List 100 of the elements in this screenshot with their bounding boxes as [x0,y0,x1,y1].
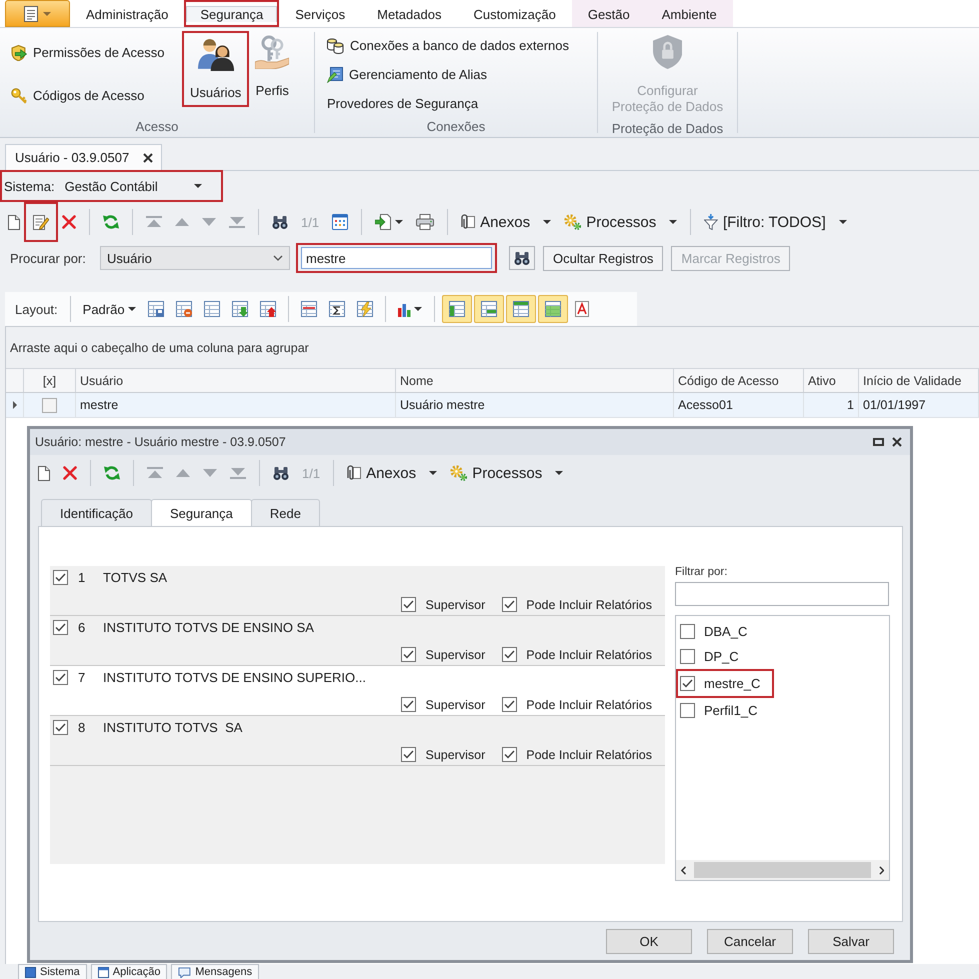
ribbon-tab[interactable]: Segurança [186,6,278,22]
bottom-tab[interactable]: Mensagens [171,964,260,979]
bottom-tab[interactable]: Aplicação [90,964,168,979]
checkbox[interactable] [680,649,695,664]
filter-field[interactable] [675,582,889,606]
column-header[interactable]: Ativo [804,369,859,392]
binoculars-icon[interactable] [273,466,289,480]
ribbon-tab[interactable]: Serviços [279,0,362,27]
ok-button[interactable]: OK [606,928,692,954]
checkbox[interactable] [53,670,68,685]
binoculars-icon[interactable] [272,215,288,229]
ribbon-tab[interactable]: Ambiente [646,0,733,27]
table-lightning-icon[interactable] [356,301,373,317]
toolbar-label: Layout: [15,302,58,316]
calendar-grid-icon[interactable] [332,214,348,230]
attachments-menu-button[interactable]: Anexos [347,464,438,482]
toggle-button[interactable] [474,295,504,323]
checkbox[interactable] [680,703,695,718]
checkbox[interactable] [42,398,57,412]
ribbon-tab[interactable]: Customização [457,0,572,27]
grid-row[interactable]: mestre Usuário mestre Acesso01 1 01/01/1997 [6,393,979,418]
checkbox[interactable] [502,697,518,712]
maximize-icon[interactable] [873,438,884,446]
checkbox[interactable] [53,620,68,635]
checkbox[interactable] [502,597,518,612]
refresh-icon[interactable] [104,465,120,481]
cancel-button[interactable]: Cancelar [707,928,793,954]
company-row[interactable]: 1 TOTVS SA Supervisor Pode Incluir Relatórios [50,566,665,616]
profiles-button[interactable]: Perfis [249,31,296,103]
checkbox[interactable] [53,570,68,585]
import-menu-button[interactable] [375,214,404,230]
checkbox[interactable] [680,624,695,639]
checkbox[interactable] [53,720,68,735]
column-header[interactable]: Usuário [76,369,396,392]
checkbox[interactable] [502,747,518,762]
search-by-dropdown[interactable]: Usuário [100,246,290,270]
close-icon[interactable] [143,152,154,162]
checkbox[interactable] [401,747,416,762]
bottom-tab[interactable]: Sistema [18,964,87,979]
new-document-icon[interactable] [38,466,50,480]
checkbox[interactable] [401,697,416,712]
scroll-left-icon[interactable] [681,866,686,874]
layout-preset-dropdown[interactable]: Padrão [82,302,136,316]
ribbon-tab[interactable]: Gestão [572,0,646,27]
toggle-button[interactable] [442,295,472,323]
horizontal-scrollbar[interactable] [676,860,889,880]
table-icon[interactable] [204,301,220,317]
dialog-tab[interactable]: Identificação [41,499,152,526]
checkbox[interactable] [401,647,416,662]
printer-icon[interactable] [416,214,434,230]
close-icon[interactable] [892,437,902,447]
refresh-icon[interactable] [103,214,119,230]
security-providers-button[interactable]: Provedores de Segurança [325,94,480,112]
search-button[interactable] [509,246,535,270]
access-permissions-button[interactable]: Permissões de Acesso [9,42,167,62]
column-header[interactable]: Início de Validade [859,369,979,392]
chart-menu-button[interactable] [398,301,422,317]
table-delete-icon[interactable] [176,301,192,317]
checkbox[interactable] [680,676,695,691]
search-field[interactable]: mestre [301,247,492,269]
filter-menu-button[interactable]: [Filtro: TODOS] [704,214,847,230]
access-codes-button[interactable]: Códigos de Acesso [9,86,146,106]
table-row-icon[interactable] [300,301,317,317]
checkbox[interactable] [502,647,518,662]
delete-icon[interactable] [62,215,76,229]
external-connections-button[interactable]: Conexões a banco de dados externos [325,36,571,56]
edit-icon[interactable] [33,214,49,230]
group-label: Acesso [134,118,180,136]
save-button[interactable]: Salvar [808,928,894,954]
letter-a-icon[interactable] [574,301,589,317]
column-header[interactable]: Nome [396,369,674,392]
app-menu-button[interactable] [5,0,70,27]
table-save-icon[interactable] [148,301,164,317]
column-header[interactable]: [x] [24,369,76,392]
filter-icon [704,214,718,230]
shield-arrow-icon [11,44,27,60]
system-dropdown[interactable]: Gestão Contábil [64,178,202,194]
dialog-tab[interactable]: Rede [250,499,320,526]
attachments-menu-button[interactable]: Anexos [461,214,552,230]
scroll-right-icon[interactable] [878,866,884,874]
company-row[interactable]: 8 INSTITUTO TOTVS SA Supervisor Pode Incluir Relatórios [50,716,665,766]
scrollbar-thumb[interactable] [694,862,871,878]
dialog-tab[interactable]: Segurança [151,499,252,526]
new-document-icon[interactable] [8,214,20,230]
company-row[interactable]: 7 INSTITUTO TOTVS DE ENSINO SUPERIO... Supervisor Pode Incluir Relatórios [50,666,665,716]
users-button[interactable]: Usuários [184,33,248,105]
table-sum-icon[interactable] [328,301,345,317]
delete-icon[interactable] [63,466,77,480]
column-header[interactable]: Código de Acesso [674,369,804,392]
alias-management-button[interactable]: Gerenciamento de Alias [325,64,490,84]
processes-menu-button[interactable]: Processos [450,464,564,482]
processes-menu-button[interactable]: Processos [564,214,678,230]
toggle-button[interactable] [506,295,536,323]
company-code: 7 [78,670,86,685]
ribbon-tab[interactable]: Metadados [361,0,458,27]
toggle-button[interactable] [538,295,568,323]
hide-records-button[interactable]: Ocultar Registros [543,246,664,270]
ribbon-tab[interactable]: Administração [70,0,184,27]
document-tab[interactable]: Usuário - 03.9.0507 [5,144,162,170]
checkbox[interactable] [401,597,416,612]
